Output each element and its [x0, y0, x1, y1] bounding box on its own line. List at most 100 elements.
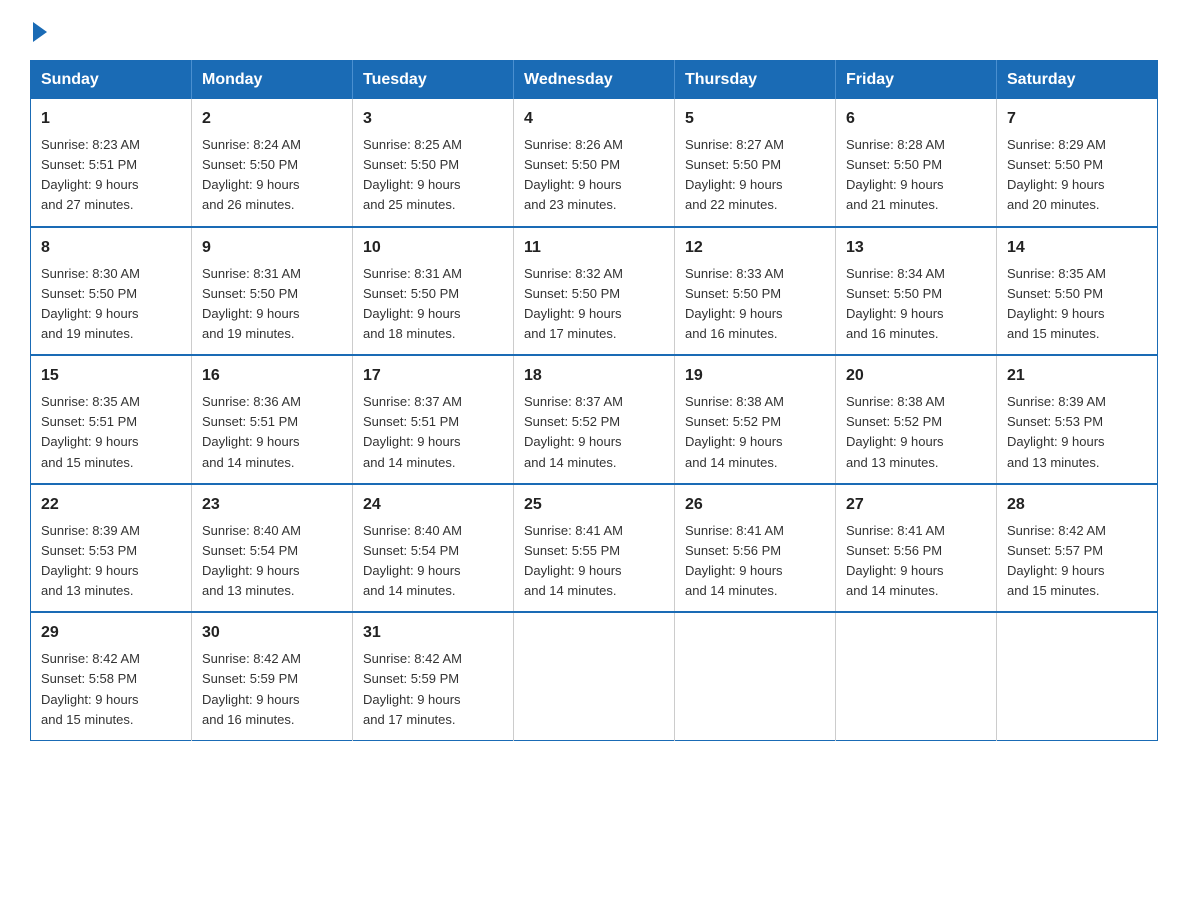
calendar-cell: 15 Sunrise: 8:35 AMSunset: 5:51 PMDayligh…: [31, 355, 192, 484]
calendar-cell: 25 Sunrise: 8:41 AMSunset: 5:55 PMDayligh…: [514, 484, 675, 613]
day-number: 20: [846, 364, 986, 388]
calendar-cell: 21 Sunrise: 8:39 AMSunset: 5:53 PMDayligh…: [997, 355, 1158, 484]
logo-arrow-icon: [33, 22, 47, 42]
calendar-week-row: 22 Sunrise: 8:39 AMSunset: 5:53 PMDayligh…: [31, 484, 1158, 613]
calendar-cell: 5 Sunrise: 8:27 AMSunset: 5:50 PMDaylight…: [675, 99, 836, 227]
calendar-cell: 10 Sunrise: 8:31 AMSunset: 5:50 PMDayligh…: [353, 227, 514, 356]
calendar-cell: 28 Sunrise: 8:42 AMSunset: 5:57 PMDayligh…: [997, 484, 1158, 613]
day-number: 22: [41, 493, 181, 517]
calendar-cell: 4 Sunrise: 8:26 AMSunset: 5:50 PMDaylight…: [514, 99, 675, 227]
logo: [30, 20, 47, 42]
calendar-cell: 6 Sunrise: 8:28 AMSunset: 5:50 PMDaylight…: [836, 99, 997, 227]
day-info: Sunrise: 8:33 AMSunset: 5:50 PMDaylight:…: [685, 264, 825, 345]
day-info: Sunrise: 8:24 AMSunset: 5:50 PMDaylight:…: [202, 135, 342, 216]
day-info: Sunrise: 8:23 AMSunset: 5:51 PMDaylight:…: [41, 135, 181, 216]
calendar-cell: 26 Sunrise: 8:41 AMSunset: 5:56 PMDayligh…: [675, 484, 836, 613]
calendar-week-row: 15 Sunrise: 8:35 AMSunset: 5:51 PMDayligh…: [31, 355, 1158, 484]
calendar-cell: 2 Sunrise: 8:24 AMSunset: 5:50 PMDaylight…: [192, 99, 353, 227]
day-number: 4: [524, 107, 664, 131]
day-header-tuesday: Tuesday: [353, 61, 514, 100]
day-info: Sunrise: 8:32 AMSunset: 5:50 PMDaylight:…: [524, 264, 664, 345]
day-number: 11: [524, 236, 664, 260]
day-number: 25: [524, 493, 664, 517]
day-number: 21: [1007, 364, 1147, 388]
day-info: Sunrise: 8:39 AMSunset: 5:53 PMDaylight:…: [1007, 392, 1147, 473]
day-info: Sunrise: 8:35 AMSunset: 5:51 PMDaylight:…: [41, 392, 181, 473]
calendar-cell: 14 Sunrise: 8:35 AMSunset: 5:50 PMDayligh…: [997, 227, 1158, 356]
day-number: 19: [685, 364, 825, 388]
day-info: Sunrise: 8:40 AMSunset: 5:54 PMDaylight:…: [202, 521, 342, 602]
day-number: 29: [41, 621, 181, 645]
calendar-cell: 12Sunrise: 8:33 AMSunset: 5:50 PMDayligh…: [675, 227, 836, 356]
day-number: 26: [685, 493, 825, 517]
calendar-cell: 18Sunrise: 8:37 AMSunset: 5:52 PMDayligh…: [514, 355, 675, 484]
day-number: 24: [363, 493, 503, 517]
calendar-cell: 1 Sunrise: 8:23 AMSunset: 5:51 PMDaylight…: [31, 99, 192, 227]
calendar-week-row: 1 Sunrise: 8:23 AMSunset: 5:51 PMDaylight…: [31, 99, 1158, 227]
calendar-cell: 8Sunrise: 8:30 AMSunset: 5:50 PMDaylight…: [31, 227, 192, 356]
day-info: Sunrise: 8:42 AMSunset: 5:58 PMDaylight:…: [41, 649, 181, 730]
calendar-cell: 13 Sunrise: 8:34 AMSunset: 5:50 PMDayligh…: [836, 227, 997, 356]
calendar-cell: 16 Sunrise: 8:36 AMSunset: 5:51 PMDayligh…: [192, 355, 353, 484]
calendar-table: SundayMondayTuesdayWednesdayThursdayFrid…: [30, 60, 1158, 741]
day-header-friday: Friday: [836, 61, 997, 100]
calendar-week-row: 8Sunrise: 8:30 AMSunset: 5:50 PMDaylight…: [31, 227, 1158, 356]
day-info: Sunrise: 8:42 AMSunset: 5:59 PMDaylight:…: [202, 649, 342, 730]
day-info: Sunrise: 8:31 AMSunset: 5:50 PMDaylight:…: [202, 264, 342, 345]
day-header-monday: Monday: [192, 61, 353, 100]
calendar-cell: 19 Sunrise: 8:38 AMSunset: 5:52 PMDayligh…: [675, 355, 836, 484]
day-number: 17: [363, 364, 503, 388]
day-number: 9: [202, 236, 342, 260]
day-number: 31: [363, 621, 503, 645]
day-header-saturday: Saturday: [997, 61, 1158, 100]
day-number: 10: [363, 236, 503, 260]
day-number: 15: [41, 364, 181, 388]
day-info: Sunrise: 8:35 AMSunset: 5:50 PMDaylight:…: [1007, 264, 1147, 345]
calendar-cell: 23 Sunrise: 8:40 AMSunset: 5:54 PMDayligh…: [192, 484, 353, 613]
calendar-cell: 11 Sunrise: 8:32 AMSunset: 5:50 PMDayligh…: [514, 227, 675, 356]
day-info: Sunrise: 8:42 AMSunset: 5:59 PMDaylight:…: [363, 649, 503, 730]
day-header-thursday: Thursday: [675, 61, 836, 100]
calendar-cell: [514, 612, 675, 740]
day-info: Sunrise: 8:25 AMSunset: 5:50 PMDaylight:…: [363, 135, 503, 216]
calendar-cell: 30 Sunrise: 8:42 AMSunset: 5:59 PMDayligh…: [192, 612, 353, 740]
day-number: 27: [846, 493, 986, 517]
day-number: 5: [685, 107, 825, 131]
day-number: 7: [1007, 107, 1147, 131]
day-number: 14: [1007, 236, 1147, 260]
day-number: 30: [202, 621, 342, 645]
day-info: Sunrise: 8:38 AMSunset: 5:52 PMDaylight:…: [685, 392, 825, 473]
day-number: 6: [846, 107, 986, 131]
day-info: Sunrise: 8:39 AMSunset: 5:53 PMDaylight:…: [41, 521, 181, 602]
day-info: Sunrise: 8:41 AMSunset: 5:56 PMDaylight:…: [846, 521, 986, 602]
calendar-cell: 3Sunrise: 8:25 AMSunset: 5:50 PMDaylight…: [353, 99, 514, 227]
day-info: Sunrise: 8:36 AMSunset: 5:51 PMDaylight:…: [202, 392, 342, 473]
day-info: Sunrise: 8:31 AMSunset: 5:50 PMDaylight:…: [363, 264, 503, 345]
day-info: Sunrise: 8:26 AMSunset: 5:50 PMDaylight:…: [524, 135, 664, 216]
calendar-cell: 29 Sunrise: 8:42 AMSunset: 5:58 PMDayligh…: [31, 612, 192, 740]
day-header-wednesday: Wednesday: [514, 61, 675, 100]
calendar-cell: 17 Sunrise: 8:37 AMSunset: 5:51 PMDayligh…: [353, 355, 514, 484]
day-number: 28: [1007, 493, 1147, 517]
day-number: 8: [41, 236, 181, 260]
calendar-cell: 22 Sunrise: 8:39 AMSunset: 5:53 PMDayligh…: [31, 484, 192, 613]
day-info: Sunrise: 8:42 AMSunset: 5:57 PMDaylight:…: [1007, 521, 1147, 602]
day-info: Sunrise: 8:41 AMSunset: 5:56 PMDaylight:…: [685, 521, 825, 602]
day-header-sunday: Sunday: [31, 61, 192, 100]
day-number: 18: [524, 364, 664, 388]
day-info: Sunrise: 8:34 AMSunset: 5:50 PMDaylight:…: [846, 264, 986, 345]
calendar-week-row: 29 Sunrise: 8:42 AMSunset: 5:58 PMDayligh…: [31, 612, 1158, 740]
day-number: 23: [202, 493, 342, 517]
day-number: 2: [202, 107, 342, 131]
day-info: Sunrise: 8:41 AMSunset: 5:55 PMDaylight:…: [524, 521, 664, 602]
day-info: Sunrise: 8:38 AMSunset: 5:52 PMDaylight:…: [846, 392, 986, 473]
day-number: 13: [846, 236, 986, 260]
day-info: Sunrise: 8:28 AMSunset: 5:50 PMDaylight:…: [846, 135, 986, 216]
day-info: Sunrise: 8:37 AMSunset: 5:51 PMDaylight:…: [363, 392, 503, 473]
calendar-cell: 9 Sunrise: 8:31 AMSunset: 5:50 PMDaylight…: [192, 227, 353, 356]
calendar-cell: 7 Sunrise: 8:29 AMSunset: 5:50 PMDaylight…: [997, 99, 1158, 227]
day-number: 1: [41, 107, 181, 131]
day-number: 16: [202, 364, 342, 388]
day-info: Sunrise: 8:29 AMSunset: 5:50 PMDaylight:…: [1007, 135, 1147, 216]
day-info: Sunrise: 8:27 AMSunset: 5:50 PMDaylight:…: [685, 135, 825, 216]
